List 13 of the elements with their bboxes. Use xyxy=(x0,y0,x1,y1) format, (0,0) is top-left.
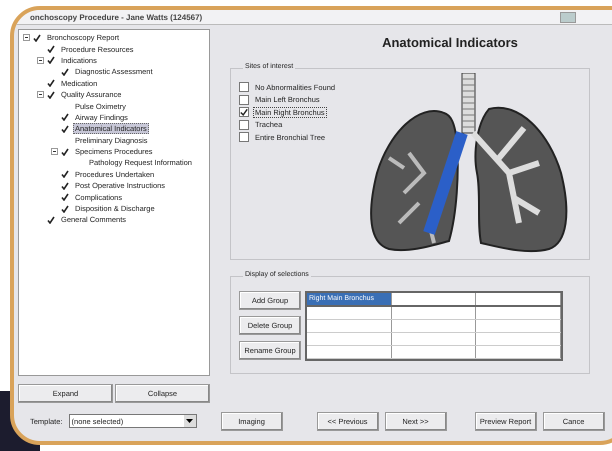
collapse-toggle-icon[interactable] xyxy=(37,56,44,64)
checkbox[interactable] xyxy=(239,132,249,142)
checkbox[interactable] xyxy=(239,82,249,92)
collapse-toggle-icon[interactable] xyxy=(51,148,58,156)
collapse-toggle-icon[interactable] xyxy=(37,91,44,98)
checkbox[interactable] xyxy=(239,107,249,118)
window-title: onchoscopy Procedure - Jane Watts (124567) xyxy=(30,12,204,22)
page-heading: Anatomical Indicators xyxy=(381,34,519,52)
minimize-icon[interactable] xyxy=(560,12,576,22)
dropdown-arrow-icon xyxy=(186,419,194,423)
checkbox[interactable] xyxy=(239,94,249,105)
collapse-toggle-icon[interactable] xyxy=(23,34,30,42)
checkbox[interactable] xyxy=(239,120,249,130)
